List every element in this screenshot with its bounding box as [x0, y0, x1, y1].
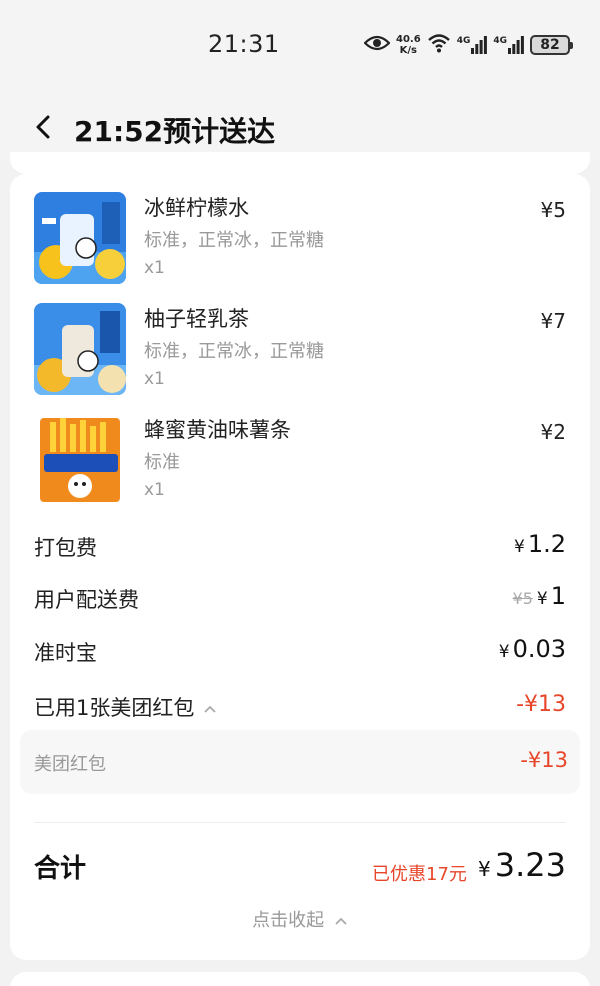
- item-price: ¥7: [540, 309, 566, 333]
- battery-icon: 82: [530, 35, 573, 55]
- total-amount: ¥3.23: [478, 846, 566, 884]
- next-card: [10, 972, 590, 986]
- fee-label: 已用1张美团红包: [34, 692, 217, 722]
- currency-symbol: ¥: [478, 857, 491, 881]
- item-quantity: x1: [144, 480, 165, 500]
- header: 21:52预计送达: [0, 90, 600, 160]
- coupon-summary-label: 已用1张美团红包: [34, 696, 195, 720]
- item-name: 冰鲜柠檬水: [144, 196, 249, 220]
- item-image: [34, 414, 126, 506]
- total-label: 合计: [34, 854, 87, 884]
- net-speed-value: 40.6: [396, 34, 421, 45]
- coupon-detail-value: -¥13: [520, 748, 568, 772]
- list-item[interactable]: 蜂蜜黄油味薯条 标准 x1 ¥2: [34, 414, 566, 508]
- signal-label: 4G: [456, 36, 471, 46]
- item-name: 柚子轻乳茶: [144, 307, 249, 331]
- fee-value: ¥0.03: [499, 635, 566, 663]
- order-detail-card: 冰鲜柠檬水 标准，正常冰，正常糖 x1 ¥5 柚子轻乳茶 标准，正常冰，正常糖 …: [10, 174, 590, 960]
- ontime-guarantee-row: 准时宝 ¥0.03: [34, 635, 566, 667]
- item-price: ¥5: [540, 198, 566, 222]
- item-price: ¥2: [540, 420, 566, 444]
- fee-value: ¥5 ¥1: [513, 582, 566, 610]
- item-image: [34, 303, 126, 395]
- fee-value: ¥1.2: [514, 530, 566, 558]
- currency-symbol: ¥: [498, 642, 510, 662]
- divider: [34, 822, 566, 823]
- chevron-up-icon: [335, 917, 347, 925]
- original-delivery-fee: ¥5: [512, 589, 533, 608]
- status-bar: 21:31 40.6 K/s 4G 4G 82: [0, 0, 600, 90]
- currency-symbol: ¥: [514, 537, 525, 557]
- signal-icon: 4G: [493, 36, 524, 54]
- total-amount-value: 3.23: [494, 846, 566, 884]
- list-item[interactable]: 柚子轻乳茶 标准，正常冰，正常糖 x1 ¥7: [34, 303, 566, 397]
- packing-fee-amount: 1.2: [527, 530, 566, 558]
- fee-label: 打包费: [34, 536, 97, 560]
- chevron-up-icon: [204, 705, 216, 713]
- list-item[interactable]: 冰鲜柠檬水 标准，正常冰，正常糖 x1 ¥5: [34, 192, 566, 286]
- delivery-fee-row: 用户配送费 ¥5 ¥1: [34, 582, 566, 614]
- item-spec: 标准，正常冰，正常糖: [144, 341, 324, 362]
- fee-label: 用户配送费: [34, 588, 139, 612]
- ontime-fee-amount: 0.03: [512, 635, 566, 663]
- total-discount: 已优惠17元: [372, 864, 467, 885]
- item-quantity: x1: [144, 258, 165, 278]
- signal-icon: 4G: [457, 36, 488, 54]
- status-time: 21:31: [208, 30, 280, 58]
- collapse-button[interactable]: 点击收起: [10, 906, 590, 932]
- page-title: 21:52预计送达: [74, 115, 276, 148]
- item-spec: 标准，正常冰，正常糖: [144, 230, 324, 251]
- eye-icon: [363, 34, 391, 56]
- delivery-fee-amount: 1: [550, 582, 566, 610]
- item-image: [34, 192, 126, 284]
- chevron-left-icon: [36, 115, 50, 139]
- fee-label: 准时宝: [34, 641, 97, 665]
- packing-fee-row: 打包费 ¥1.2: [34, 530, 566, 562]
- signal-label: 4G: [493, 36, 507, 46]
- net-speed: 40.6 K/s: [396, 34, 421, 56]
- net-speed-unit: K/s: [399, 45, 418, 56]
- card-top-remnant: [10, 152, 590, 174]
- item-spec: 标准: [144, 452, 180, 473]
- currency-symbol: ¥: [536, 589, 548, 609]
- item-name: 蜂蜜黄油味薯条: [144, 418, 291, 442]
- item-quantity: x1: [144, 369, 165, 389]
- collapse-label: 点击收起: [252, 910, 325, 931]
- wifi-icon: [427, 33, 451, 57]
- coupon-detail-label: 美团红包: [34, 754, 106, 775]
- coupon-detail-box: 美团红包 -¥13: [20, 730, 580, 794]
- coupon-toggle-row[interactable]: 已用1张美团红包 -¥13: [34, 692, 566, 722]
- back-button[interactable]: [30, 112, 58, 142]
- status-icons: 40.6 K/s 4G 4G 82: [363, 30, 573, 60]
- coupon-summary-value: -¥13: [516, 692, 566, 717]
